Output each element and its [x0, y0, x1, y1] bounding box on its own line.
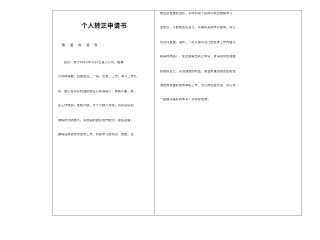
body-line: 业知识，不断地充实自己，以期将来能学以致用，同公 [160, 26, 236, 30]
salutation: 敬 爱 的 领 导 ： [62, 43, 108, 47]
body-line: 续锻炼自己、实现理想的机会。我会用谦虚的态度和饱 [160, 69, 236, 73]
body-line: 司共同发展、进步。（可以填写自己的具体工作内容与 [160, 40, 236, 44]
body-line: 真、细心且具有较强的责任心和进取心，勤勉不懈，极 [58, 89, 134, 93]
body-line: 公司的需要，目前担任__一职，负责__工作。本人工作认 [58, 75, 138, 79]
body-line: 重自身发展和进步。平时利用下班时间通过网络学习 [160, 12, 233, 15]
column-divider [154, 10, 155, 216]
document-title: 个人转正申请书 [81, 23, 127, 30]
body-line: 您好！我于2012年1月1日进入公司，根据 [64, 61, 124, 64]
body-line: 一起展望美好的未来！望领导批准！ [160, 98, 211, 102]
body-line: 熟练的沟通技巧，有很强的团队协作能力；责任感强， [58, 118, 134, 122]
right-column: 重自身发展和进步。平时利用下班时间通过网络学习 业知识，不断地充实自己，以期将来… [160, 12, 298, 113]
left-column: 个人转正申请书 敬 爱 的 领 导 ： 您好！我于2012年1月1日进入公司，根… [58, 12, 150, 147]
body-line: 确保完成领导交给的工作，积极学习新知识、技能，注 [58, 132, 134, 136]
body-line: 满的热情做好我的本职工作，为公司创造价值，同公司 [160, 83, 236, 87]
document-page: 个人转正申请书 敬 爱 的 领 导 ： 您好！我于2012年1月1日进入公司，根… [0, 0, 320, 226]
body-line: 取得的成绩）。在此我提出转正申请，恳请领导给我继 [160, 55, 236, 59]
body-line: 富工作热情；性格开朗，乐于与他人沟通，具有良好和 [58, 104, 134, 108]
